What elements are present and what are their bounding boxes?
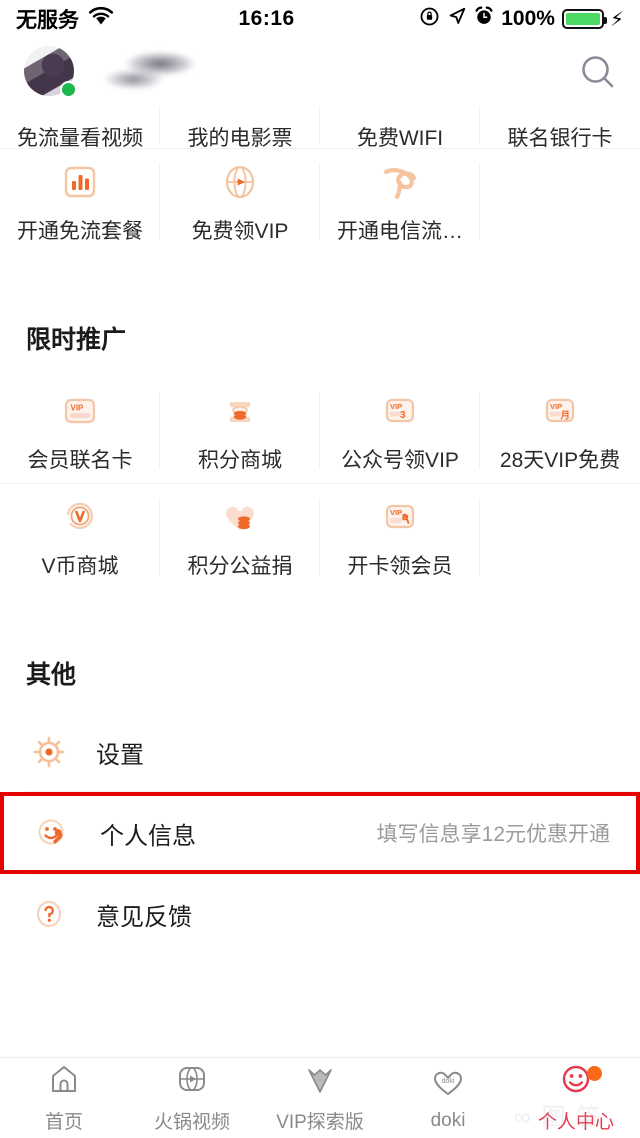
cell-label: 免流量看视频 xyxy=(17,127,143,148)
svg-text:doki: doki xyxy=(442,1078,455,1085)
profile-header xyxy=(0,38,640,106)
grid-cell[interactable]: 联名银行卡 xyxy=(480,106,640,148)
tab-label: 火锅视频 xyxy=(153,1112,230,1133)
online-status-dot xyxy=(60,81,77,98)
other-section-title: 其他 xyxy=(26,661,77,689)
section-gap xyxy=(0,254,640,284)
grid-cell-telecom-data[interactable]: 开通电信流… xyxy=(320,149,480,254)
tab-vip-explore[interactable]: VIP探索版 xyxy=(256,1058,384,1138)
grid-cell-cobrand-card[interactable]: VIP 会员联名卡 xyxy=(0,378,160,483)
grid-cell-free-vip[interactable]: 免费领VIP xyxy=(160,149,320,254)
wifi-icon xyxy=(88,6,114,32)
status-bar-clock: 16:16 xyxy=(238,7,295,30)
cell-label: 免费WIFI xyxy=(356,127,444,148)
bottom-tab-bar: 首页 火锅视频 VIP探索版 doki doki 个人中心 ∞ 图 答 xyxy=(0,1057,640,1138)
grid-cell[interactable]: 免费WIFI xyxy=(320,106,480,148)
annotation-highlight-box: 个人信息 填写信息享12元优惠开通 xyxy=(0,792,640,874)
cell-label: 开卡领会员 xyxy=(347,554,453,578)
cell-label: 积分商城 xyxy=(198,448,282,472)
status-bar: 无服务 16:16 100% ⚡ xyxy=(0,0,640,38)
list-item-feedback[interactable]: 意见反馈 xyxy=(0,875,640,953)
v-coin-icon xyxy=(57,494,103,540)
cell-label: V币商城 xyxy=(41,554,119,578)
vip-3day-card-icon: VIP 3 xyxy=(377,388,423,434)
cell-label: 开通电信流… xyxy=(337,219,463,243)
tab-hotpot-video[interactable]: 火锅视频 xyxy=(128,1058,256,1138)
grid-cell[interactable]: 我的电影票 xyxy=(160,106,320,148)
question-mark-icon xyxy=(26,891,72,937)
rotation-lock-icon xyxy=(419,6,440,33)
list-item-label: 设置 xyxy=(96,741,144,769)
username-blurred xyxy=(92,49,202,95)
tab-label: 个人中心 xyxy=(537,1112,614,1133)
promo-section-title: 限时推广 xyxy=(26,326,127,354)
cell-label: 联名银行卡 xyxy=(507,127,613,148)
list-item-personal-info[interactable]: 个人信息 填写信息享12元优惠开通 xyxy=(4,796,636,870)
location-arrow-icon xyxy=(447,6,467,32)
notification-badge xyxy=(587,1066,602,1081)
alarm-clock-icon xyxy=(474,6,494,32)
battery-percent-label: 100% xyxy=(501,7,555,30)
doki-heart-icon: doki xyxy=(431,1065,465,1104)
tab-personal-center[interactable]: 个人中心 xyxy=(512,1058,640,1138)
promo-grid-row-2: V币商城 积分公益捐 VIP 开卡领会员 xyxy=(0,483,640,589)
vip-crown-icon xyxy=(303,1062,337,1101)
list-item-label: 意见反馈 xyxy=(96,903,192,931)
cell-label: 免费领VIP xyxy=(191,219,289,243)
grid-cell-vcoin-mall[interactable]: V币商城 xyxy=(0,484,160,589)
cell-label: 28天VIP免费 xyxy=(499,448,621,472)
svg-text:3: 3 xyxy=(400,410,406,421)
grid-cell-empty xyxy=(480,484,640,589)
china-telecom-icon xyxy=(377,159,423,205)
search-icon[interactable] xyxy=(576,50,620,94)
grid-cell-points-mall[interactable]: 积分商城 xyxy=(160,378,320,483)
vip-open-card-icon: VIP xyxy=(377,494,423,540)
home-icon xyxy=(47,1062,81,1101)
svg-text:VIP: VIP xyxy=(390,508,402,517)
promo-grid-row-1: VIP 会员联名卡 积分商城 VIP 3 公众号领VIP VIP 月 28天VI… xyxy=(0,378,640,483)
grid-cell-wechat-vip[interactable]: VIP 3 公众号领VIP xyxy=(320,378,480,483)
video-globe-icon xyxy=(217,159,263,205)
tab-label: VIP探索版 xyxy=(276,1112,364,1133)
vip-card-icon: VIP xyxy=(57,388,103,434)
cell-label: 开通免流套餐 xyxy=(17,219,143,243)
section-gap-2 xyxy=(0,589,640,619)
benefits-grid: 开通免流套餐 免费领VIP 开通电信流… xyxy=(0,148,640,254)
list-item-label: 个人信息 xyxy=(100,822,196,850)
grid-cell-28day-vip[interactable]: VIP 月 28天VIP免费 xyxy=(480,378,640,483)
heart-coins-icon xyxy=(217,494,263,540)
tab-doki[interactable]: doki doki xyxy=(384,1058,512,1138)
grid-cell[interactable]: 免流量看视频 xyxy=(0,106,160,148)
grid-cell-open-card-vip[interactable]: VIP 开卡领会员 xyxy=(320,484,480,589)
status-bar-left: 无服务 xyxy=(16,4,114,34)
battery-icon xyxy=(561,9,607,29)
vip-month-card-icon: VIP 月 xyxy=(537,388,583,434)
profile-wrench-icon xyxy=(30,810,76,856)
points-mall-icon xyxy=(217,388,263,434)
tab-home[interactable]: 首页 xyxy=(0,1058,128,1138)
cell-label: 公众号领VIP xyxy=(341,448,459,472)
status-bar-right: 100% ⚡ xyxy=(419,6,624,33)
list-item-settings[interactable]: 设置 xyxy=(0,713,640,791)
lightning-bolt-icon: ⚡ xyxy=(609,8,624,31)
grid-cell-free-data-plan[interactable]: 开通免流套餐 xyxy=(0,149,160,254)
grid-cell-points-donate[interactable]: 积分公益捐 xyxy=(160,484,320,589)
tab-label: 首页 xyxy=(44,1112,83,1133)
grid-cell-empty xyxy=(480,149,640,254)
cell-label: 我的电影票 xyxy=(187,127,293,148)
clipped-grid-row: 免流量看视频 我的电影票 免费WIFI 联名银行卡 xyxy=(0,106,640,148)
tab-label: doki xyxy=(430,1109,466,1131)
list-item-hint: 填写信息享12元优惠开通 xyxy=(376,823,610,846)
video-globe-icon xyxy=(175,1062,209,1101)
svg-text:VIP: VIP xyxy=(71,403,85,412)
svg-text:月: 月 xyxy=(560,410,571,421)
signal-bars-icon xyxy=(57,159,103,205)
avatar[interactable] xyxy=(24,46,77,98)
cell-label: 会员联名卡 xyxy=(27,448,133,472)
cell-label: 积分公益捐 xyxy=(187,554,293,578)
carrier-label: 无服务 xyxy=(16,9,79,32)
gear-icon xyxy=(26,729,72,775)
